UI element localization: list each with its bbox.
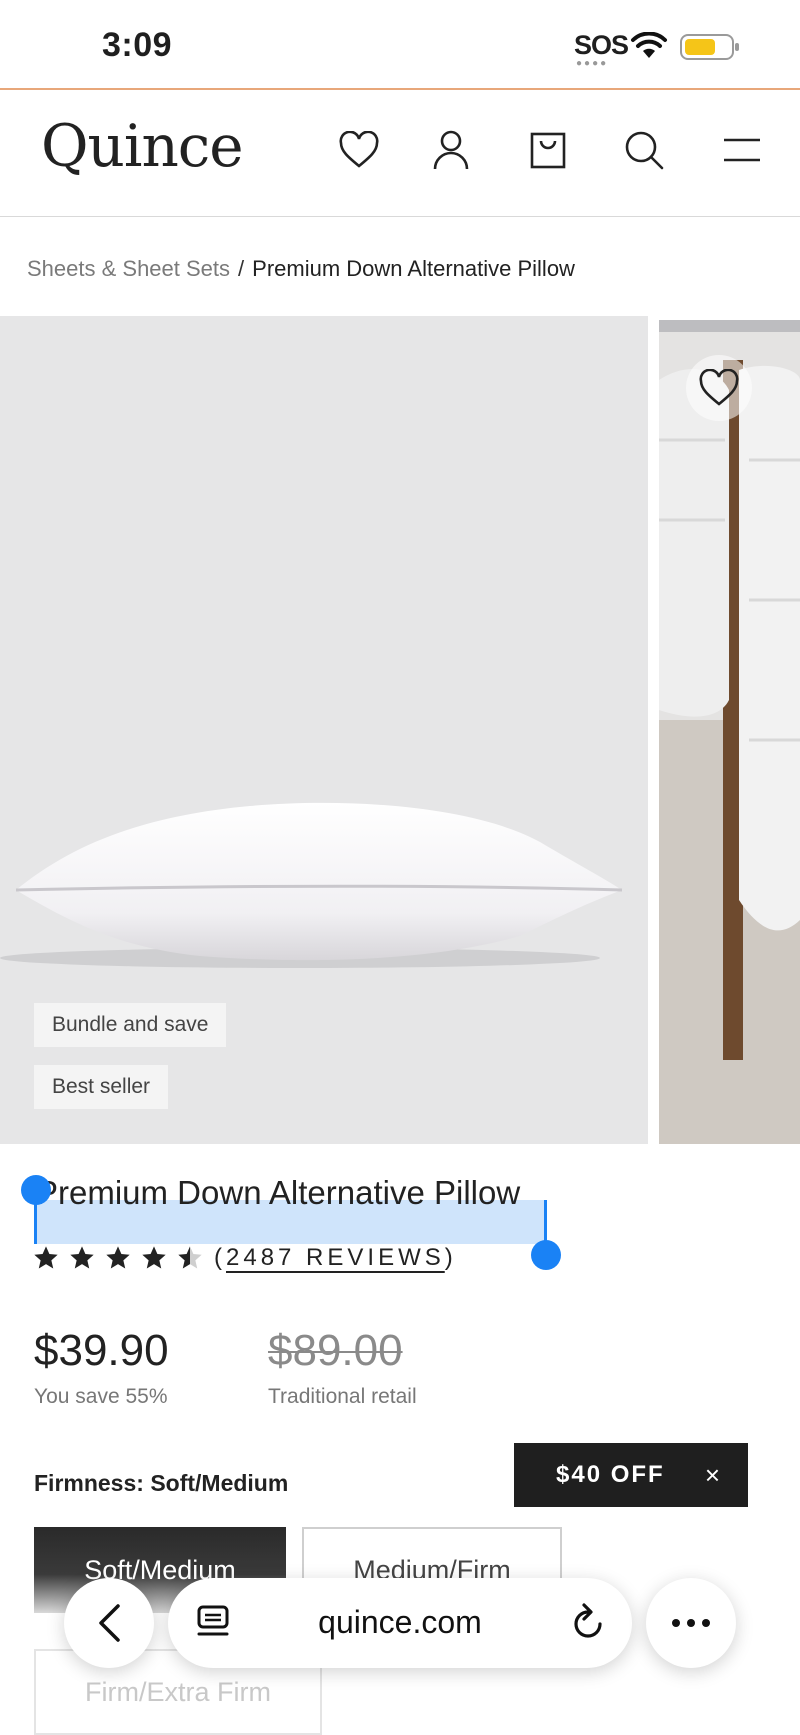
badge-best-seller: Best seller	[34, 1065, 169, 1109]
promo-text: $40 OFF	[556, 1461, 665, 1488]
reload-icon[interactable]	[570, 1602, 606, 1642]
breadcrumb-current: Premium Down Alternative Pillow	[252, 256, 575, 281]
breadcrumb-parent-link[interactable]: Sheets & Sheet Sets	[27, 256, 230, 281]
product-image-main[interactable]: Bundle and save Best seller	[0, 316, 648, 1144]
retail-note: Traditional retail	[268, 1385, 417, 1408]
star-icon	[106, 1246, 130, 1269]
breadcrumb-separator: /	[238, 256, 245, 281]
site-header: Quince	[0, 90, 800, 217]
ellipsis-icon	[672, 1619, 710, 1627]
product-image-next[interactable]	[659, 320, 800, 1144]
account-icon[interactable]	[427, 126, 475, 174]
back-button[interactable]	[64, 1578, 154, 1668]
rating-stars[interactable]	[32, 1244, 204, 1272]
wifi-icon	[631, 32, 667, 58]
search-icon[interactable]	[620, 126, 668, 174]
half-star-icon	[178, 1246, 202, 1269]
star-icon	[70, 1246, 94, 1269]
selection-start-line	[34, 1200, 37, 1244]
quince-logo[interactable]: Quince	[41, 112, 244, 180]
status-bar: 3:09 SOS ●●●●	[0, 0, 800, 90]
selection-end-line	[544, 1200, 547, 1244]
duvet-illustration	[659, 320, 800, 1144]
shopping-bag-icon[interactable]	[524, 126, 572, 174]
image-top-strip	[659, 320, 800, 332]
breadcrumb: Sheets & Sheet Sets / Premium Down Alterna…	[27, 256, 575, 282]
sos-signal-dots: ●●●●	[576, 58, 609, 69]
product-title: Premium Down Alternative Pillow	[36, 1174, 521, 1211]
retail-price: $89.00	[268, 1326, 403, 1375]
battery-icon	[680, 34, 739, 60]
firmness-label: Firmness: Soft/Medium	[34, 1470, 289, 1496]
savings-note: You save 55%	[34, 1385, 168, 1408]
promo-banner[interactable]: $40 OFF ×	[514, 1443, 748, 1507]
more-options-button[interactable]	[646, 1578, 736, 1668]
wishlist-heart-icon[interactable]	[335, 126, 383, 174]
add-to-wishlist-heart-icon[interactable]	[686, 355, 752, 421]
sale-price: $39.90	[34, 1326, 169, 1375]
chevron-left-icon	[99, 1604, 120, 1642]
selection-start-handle[interactable]	[21, 1175, 51, 1205]
reviews-link[interactable]: 2487 REVIEWS	[226, 1244, 445, 1271]
status-sos: SOS	[574, 30, 629, 60]
badge-bundle-and-save: Bundle and save	[34, 1003, 227, 1047]
star-icon	[142, 1246, 166, 1269]
url-text[interactable]: quince.com	[168, 1604, 632, 1641]
star-icon	[34, 1246, 58, 1269]
menu-icon[interactable]	[718, 126, 766, 174]
status-time: 3:09	[102, 26, 173, 64]
selection-end-handle[interactable]	[531, 1240, 561, 1270]
reviews-close-paren: )	[444, 1244, 457, 1271]
reviews-count[interactable]: (2487 REVIEWS)	[214, 1244, 457, 1272]
address-bar[interactable]: quince.com	[168, 1578, 632, 1668]
close-icon[interactable]: ×	[705, 1460, 720, 1491]
reviews-open-paren: (	[214, 1244, 226, 1271]
